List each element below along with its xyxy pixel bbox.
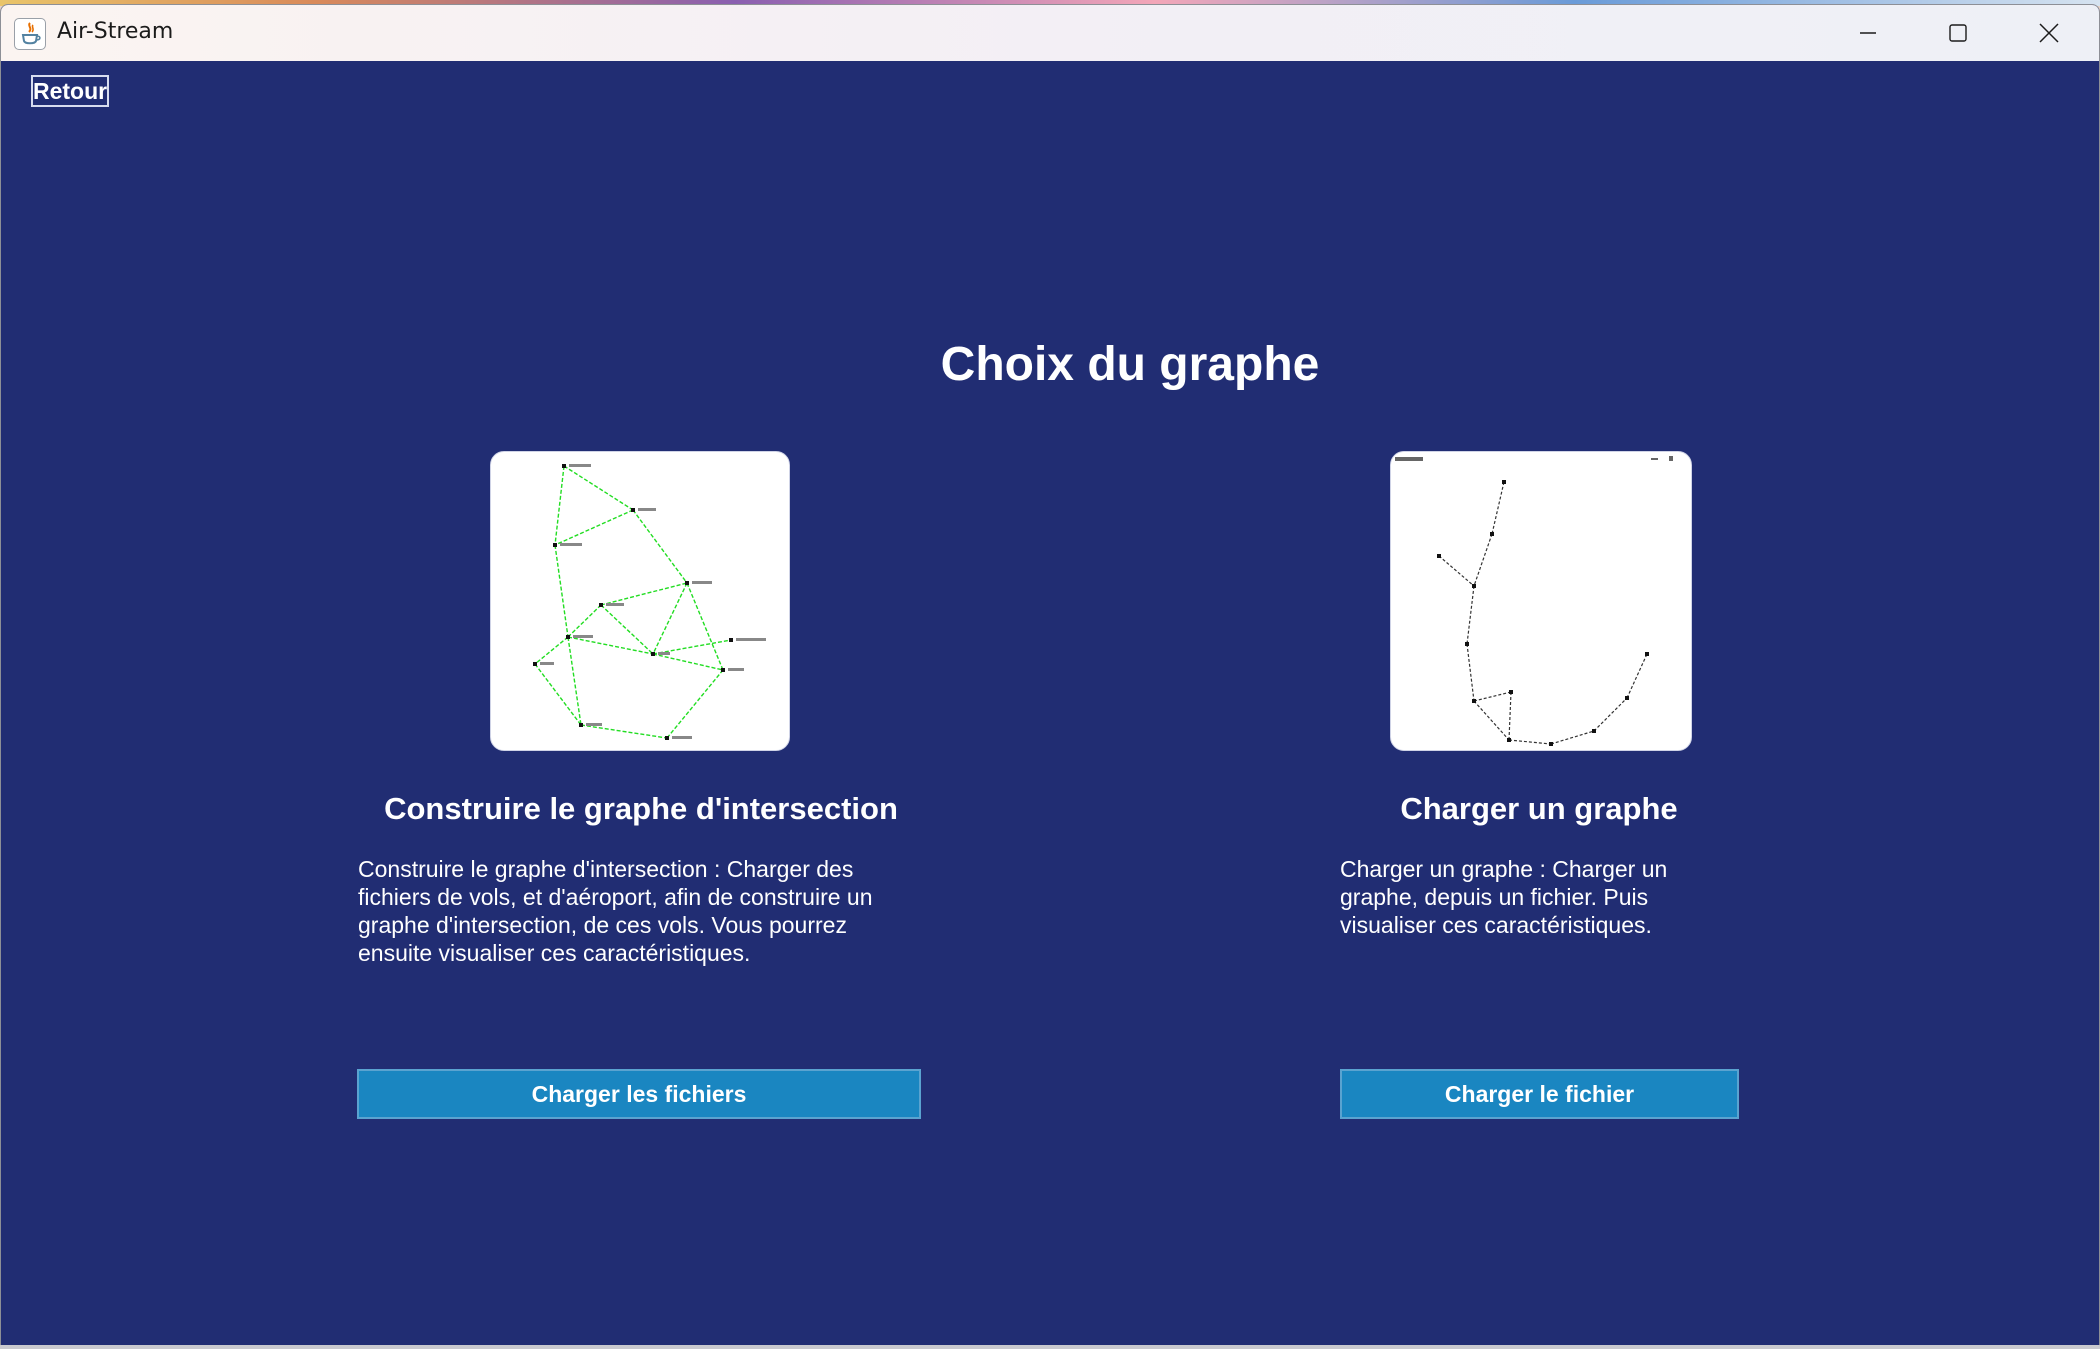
taskbar-edge (0, 1345, 2100, 1349)
close-button[interactable] (2004, 5, 2094, 61)
load-files-button[interactable]: Charger les fichiers (357, 1069, 921, 1119)
intersection-graph-preview (490, 451, 790, 751)
description-line: visualiser ces caractéristiques. (1340, 912, 1652, 938)
main-panel: Retour Choix du graphe Construire le gra… (1, 61, 2099, 1346)
card-description-load-graph: Charger un graphe : Charger un graphe, d… (1340, 855, 1715, 939)
app-window: Air-Stream Retour Choix du graphe Constr… (0, 4, 2100, 1347)
load-file-button[interactable]: Charger le fichier (1340, 1069, 1739, 1119)
java-app-icon (14, 18, 46, 50)
window-title: Air-Stream (57, 19, 174, 44)
description-line: Construire le graphe d'intersection : Ch… (358, 856, 854, 882)
description-line: Charger un graphe : Charger un (1340, 856, 1668, 882)
description-line: graphe, depuis un fichier. Puis (1340, 884, 1649, 910)
card-description-intersection: Construire le graphe d'intersection : Ch… (358, 855, 928, 967)
minimize-icon (1860, 32, 1876, 34)
back-button[interactable]: Retour (31, 75, 109, 107)
maximize-icon (1949, 24, 1967, 42)
minimize-button[interactable] (1823, 5, 1913, 61)
description-line: graphe d'intersection, de ces vols. Vous… (358, 912, 847, 938)
description-line: ensuite visualiser ces caractéristiques. (358, 940, 751, 966)
card-title-intersection: Construire le graphe d'intersection (384, 791, 898, 826)
maximize-button[interactable] (1913, 5, 2003, 61)
close-icon (2039, 23, 2059, 43)
page-title: Choix du graphe (940, 338, 1320, 391)
loaded-graph-preview (1390, 451, 1692, 751)
description-line: fichiers de vols, et d'aéroport, afin de… (358, 884, 873, 910)
card-title-load-graph: Charger un graphe (1400, 791, 1678, 826)
title-bar[interactable]: Air-Stream (1, 5, 2099, 61)
